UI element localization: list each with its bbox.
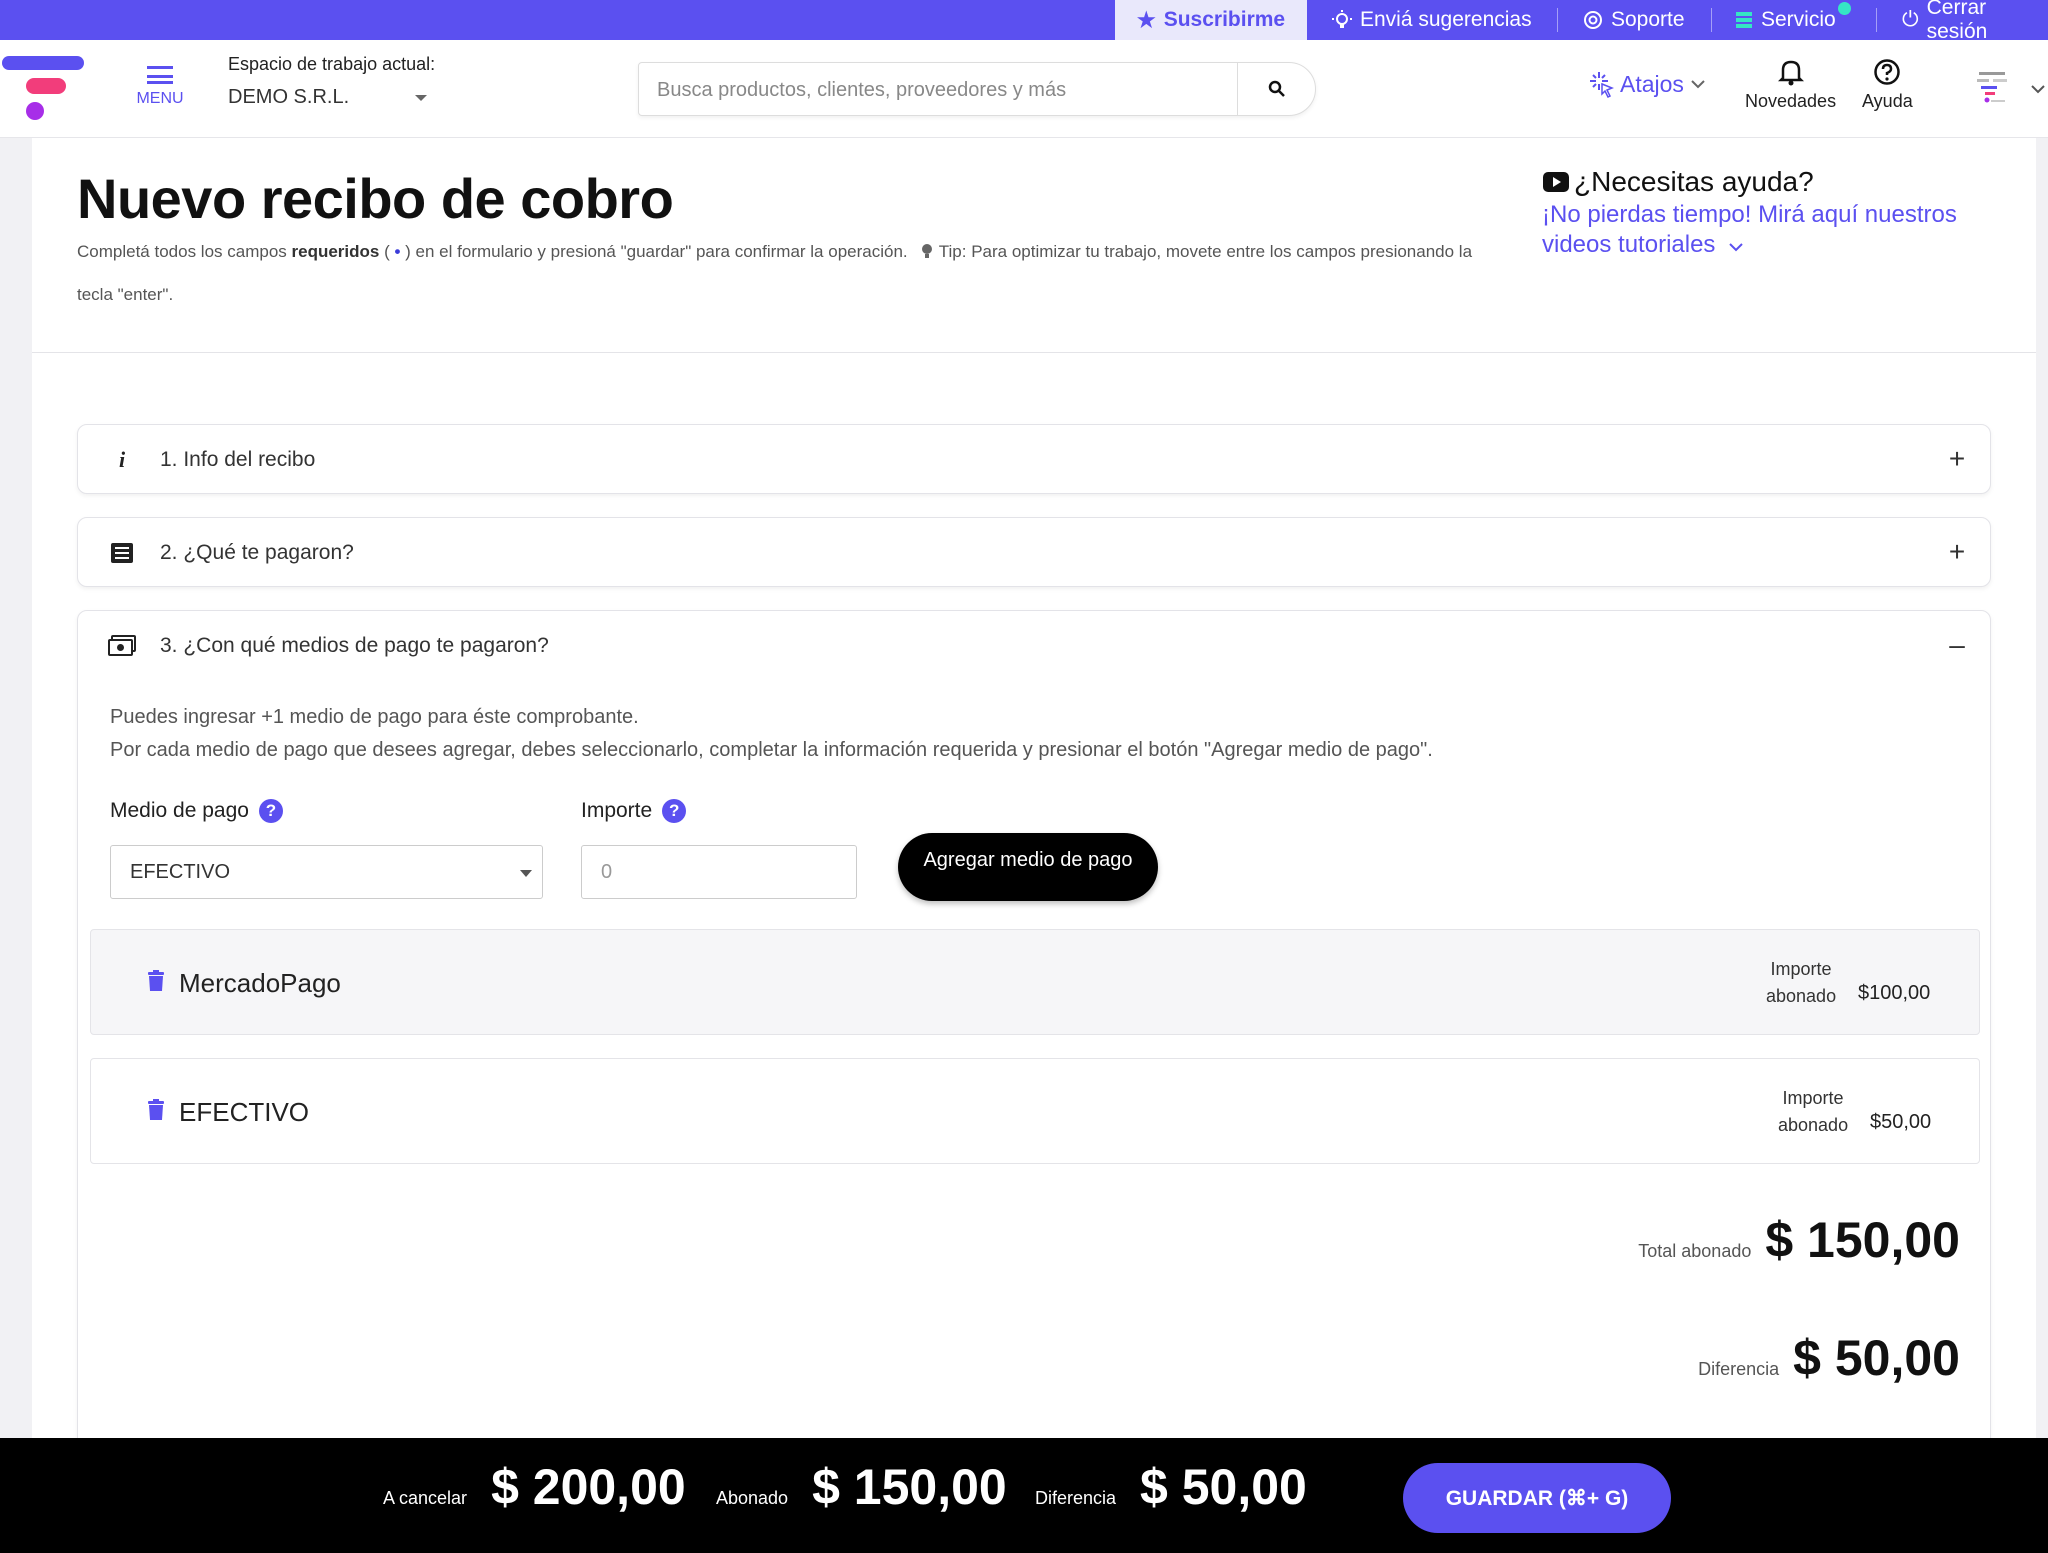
status-dot xyxy=(1838,2,1851,15)
payment-item: MercadoPago Importe abonado $100,00 xyxy=(90,929,1980,1035)
caret-down-icon xyxy=(415,94,427,101)
list-icon xyxy=(108,540,136,566)
star-icon: ★ xyxy=(1136,8,1156,32)
divider xyxy=(1711,8,1712,32)
money-icon xyxy=(108,633,136,659)
payment-item: EFECTIVO Importe abonado $50,00 xyxy=(90,1058,1980,1164)
divider xyxy=(1876,8,1877,32)
divider xyxy=(1557,8,1558,32)
collapse-icon[interactable]: – xyxy=(1942,629,1972,661)
menu-button[interactable]: MENU xyxy=(132,66,188,116)
payment-item-label: Importe abonado xyxy=(1766,959,1837,1006)
chevron-down-icon xyxy=(1691,80,1705,89)
search-icon xyxy=(1268,80,1285,97)
news-button[interactable]: Novedades xyxy=(1745,58,1836,112)
payment-item-name: EFECTIVO xyxy=(179,1097,310,1127)
help-icon[interactable]: ? xyxy=(258,799,283,823)
help-title: ¿Necesitas ayuda? xyxy=(1542,166,1814,198)
summary-bar: A cancelar $ 200,00 Abonado $ 150,00 Dif… xyxy=(0,1438,2048,1553)
subscribe-button[interactable]: ★ Suscribirme xyxy=(1115,0,1307,40)
power-icon: ⏻ xyxy=(1902,8,1919,31)
search-button[interactable] xyxy=(1237,63,1315,115)
section-payment-methods: 3. ¿Con qué medios de pago te pagaron? –… xyxy=(77,610,1991,1450)
main-content: Nuevo recibo de cobro Completá todos los… xyxy=(32,138,2036,1450)
page-intro: Completá todos los campos requeridos ( •… xyxy=(77,242,1473,304)
logout-link[interactable]: ⏻ Cerrar sesión xyxy=(1902,0,2048,43)
lifebuoy-icon xyxy=(1584,11,1602,29)
add-payment-method-button[interactable]: Agregar medio de pago xyxy=(898,833,1158,901)
service-link[interactable]: Servicio xyxy=(1735,0,1836,40)
tutorials-link[interactable]: ¡No pierdas tiempo! Mirá aquí nuestros v… xyxy=(1542,200,2012,260)
youtube-icon xyxy=(1543,172,1569,192)
hamburger-icon xyxy=(147,66,173,84)
total-paid: Total abonado $ 150,00 xyxy=(1638,1212,1960,1268)
workspace-label: Espacio de trabajo actual: xyxy=(228,54,436,74)
section-header[interactable]: 2. ¿Qué te pagaron? + xyxy=(78,518,1990,588)
brand-logo[interactable] xyxy=(0,54,90,134)
support-link[interactable]: Soporte xyxy=(1583,0,1685,40)
amount-label: Importe ? xyxy=(581,799,687,823)
payment-item-value: $50,00 xyxy=(1870,1111,1932,1133)
help-button[interactable]: Ayuda xyxy=(1862,58,1913,112)
page-title: Nuevo recibo de cobro xyxy=(77,167,674,230)
expand-icon[interactable]: + xyxy=(1942,443,1972,475)
payment-item-value: $100,00 xyxy=(1858,982,1931,1004)
amount-to-pay: A cancelar $ 200,00 xyxy=(383,1459,686,1515)
chevron-down-icon xyxy=(1729,243,1743,252)
trash-icon[interactable] xyxy=(147,1099,165,1121)
search-input[interactable] xyxy=(657,75,1217,105)
divider xyxy=(32,352,2036,353)
shortcuts-menu[interactable]: Atajos xyxy=(1588,70,1706,98)
payment-item-name: MercadoPago xyxy=(179,968,341,998)
payment-method-label: Medio de pago ? xyxy=(110,799,283,823)
expand-icon[interactable]: + xyxy=(1942,536,1972,568)
server-icon xyxy=(1736,12,1752,28)
section-receipt-info: i 1. Info del recibo + xyxy=(77,424,1991,494)
top-bar: ★ Suscribirme Enviá sugerencias Soporte … xyxy=(0,0,2048,43)
help-icon[interactable]: ? xyxy=(662,799,687,823)
avatar[interactable] xyxy=(1975,70,2009,110)
payment-description: Puedes ingresar +1 medio de pago para és… xyxy=(110,706,1433,761)
payment-item-label: Importe abonado xyxy=(1778,1088,1849,1135)
caret-down-icon xyxy=(520,870,532,877)
workspace-select[interactable]: DEMO S.R.L. xyxy=(228,86,428,109)
question-circle-icon xyxy=(1874,59,1901,85)
sparkle-icon xyxy=(1590,72,1614,98)
difference: Diferencia $ 50,00 xyxy=(1698,1330,1960,1386)
save-button[interactable]: GUARDAR (⌘+ G) xyxy=(1403,1463,1671,1533)
amount-paid: Abonado $ 150,00 xyxy=(716,1459,1007,1515)
suggestions-link[interactable]: Enviá sugerencias xyxy=(1332,0,1532,40)
section-header[interactable]: i 1. Info del recibo + xyxy=(78,425,1990,495)
amount-difference: Diferencia $ 50,00 xyxy=(1035,1459,1307,1515)
header: MENU Espacio de trabajo actual: DEMO S.R… xyxy=(0,40,2048,138)
trash-icon[interactable] xyxy=(147,970,165,992)
payment-method-select[interactable]: EFECTIVO xyxy=(110,845,543,899)
lightbulb-icon xyxy=(922,244,933,258)
chevron-down-icon[interactable] xyxy=(2030,84,2046,94)
amount-input[interactable] xyxy=(581,845,857,899)
bell-icon xyxy=(1777,60,1804,86)
section-what-paid: 2. ¿Qué te pagaron? + xyxy=(77,517,1991,587)
section-header[interactable]: 3. ¿Con qué medios de pago te pagaron? – xyxy=(78,611,1990,681)
search-box xyxy=(638,62,1316,116)
info-icon: i xyxy=(118,447,126,472)
lightbulb-icon xyxy=(1332,10,1352,28)
